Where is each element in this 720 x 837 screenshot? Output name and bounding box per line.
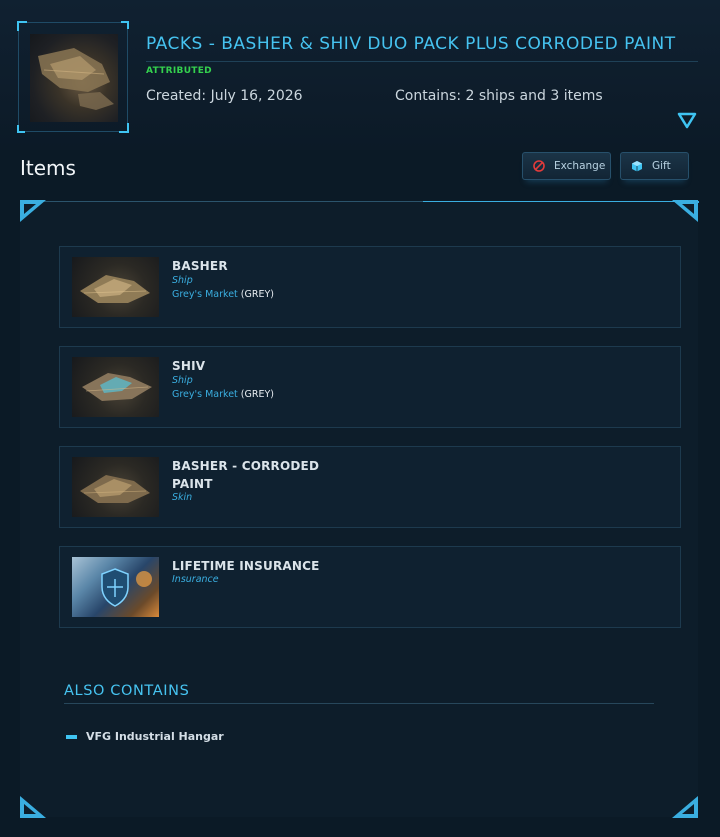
insurance-thumbnail [72,557,159,617]
panel-corner-bottom-left [20,796,46,818]
item-card-shiv[interactable]: SHIV Ship Grey's Market (GREY) [59,346,681,428]
exchange-button-label: Exchange [554,160,606,172]
panel-corner-bottom-right [672,796,698,818]
item-card-insurance[interactable]: LIFETIME INSURANCE Insurance [59,546,681,628]
item-market: Grey's Market (GREY) [172,289,274,300]
item-type: Insurance [172,574,219,585]
item-card-basher[interactable]: BASHER Ship Grey's Market (GREY) [59,246,681,328]
item-type: Skin [172,492,193,503]
item-name: BASHER - CORRODED PAINT [172,459,320,491]
items-heading: Items [20,156,76,180]
title-divider [146,61,698,62]
triangle-down-icon[interactable] [677,112,697,130]
exchange-button[interactable]: Exchange [522,152,611,180]
contains-summary: Contains: 2 ships and 3 items [395,88,603,104]
panel-corner-top-left [20,200,46,222]
pack-thumbnail [30,34,118,122]
ship-thumbnail [72,257,159,317]
no-entry-icon [533,160,545,172]
item-name: SHIV [172,359,206,373]
ship-thumbnail [72,457,159,517]
ship-thumbnail [72,357,159,417]
gift-button[interactable]: Gift [620,152,689,180]
gift-button-label: Gift [652,160,671,172]
pack-thumbnail-frame [17,21,129,133]
also-contains-divider [64,703,654,704]
item-type: Ship [172,375,193,386]
item-name: BASHER [172,259,228,273]
item-card-corroded-paint[interactable]: BASHER - CORRODED PAINT Skin [59,446,681,528]
panel-corner-top-right [672,200,698,222]
also-contains-item: VFG Industrial Hangar [86,730,224,743]
item-type: Ship [172,275,193,286]
created-date: Created: July 16, 2026 [146,88,303,104]
bullet-icon [66,735,77,739]
also-contains-heading: ALSO CONTAINS [64,683,190,699]
item-name: LIFETIME INSURANCE [172,559,320,573]
pack-title: PACKS - BASHER & SHIV DUO PACK PLUS CORR… [146,34,676,54]
item-market: Grey's Market (GREY) [172,389,274,400]
status-badge: ATTRIBUTED [146,66,212,76]
gift-box-icon [631,160,643,172]
